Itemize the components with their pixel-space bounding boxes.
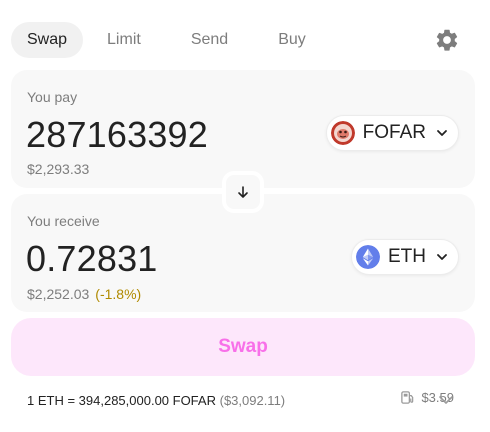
exchange-rate-usd: ($3,092.11)	[219, 393, 286, 408]
chevron-down-icon[interactable]	[438, 393, 454, 407]
exchange-rate-text: 1 ETH = 394,285,000.00 FOFAR	[27, 393, 216, 408]
receive-label: You receive	[27, 213, 100, 229]
chevron-down-icon	[437, 254, 447, 260]
fofar-token-icon	[330, 121, 355, 145]
chevron-down-icon	[437, 130, 447, 136]
switch-direction-button[interactable]	[222, 171, 264, 213]
tab-buy[interactable]: Buy	[262, 22, 322, 58]
receive-token-symbol: ETH	[388, 246, 426, 267]
swap-button[interactable]: Swap	[11, 318, 475, 376]
exchange-rate[interactable]: 1 ETH = 394,285,000.00 FOFAR ($3,092.11)	[27, 393, 285, 408]
tab-limit[interactable]: Limit	[91, 22, 157, 58]
receive-token-selector[interactable]: ETH	[351, 239, 459, 275]
swap-tabs: Swap Limit Send Buy	[11, 22, 322, 58]
pay-label: You pay	[27, 89, 78, 105]
receive-usd-value: $2,252.03	[27, 286, 90, 302]
settings-gear-icon[interactable]	[434, 27, 460, 53]
pay-usd-value: $2,293.33	[27, 161, 90, 177]
pay-token-symbol: FOFAR	[362, 122, 426, 143]
receive-usd-row: $2,252.03 (-1.8%)	[27, 286, 141, 302]
price-impact-badge: (-1.8%)	[95, 286, 142, 302]
gas-pump-icon	[401, 391, 414, 404]
arrow-down-icon	[238, 186, 248, 198]
eth-token-icon	[356, 245, 380, 269]
pay-token-selector[interactable]: FOFAR	[325, 115, 459, 151]
tab-send[interactable]: Send	[175, 22, 244, 58]
pay-amount-input[interactable]: 287163392	[26, 114, 208, 156]
receive-amount-input[interactable]: 0.72831	[26, 238, 158, 280]
tab-swap[interactable]: Swap	[11, 22, 84, 58]
